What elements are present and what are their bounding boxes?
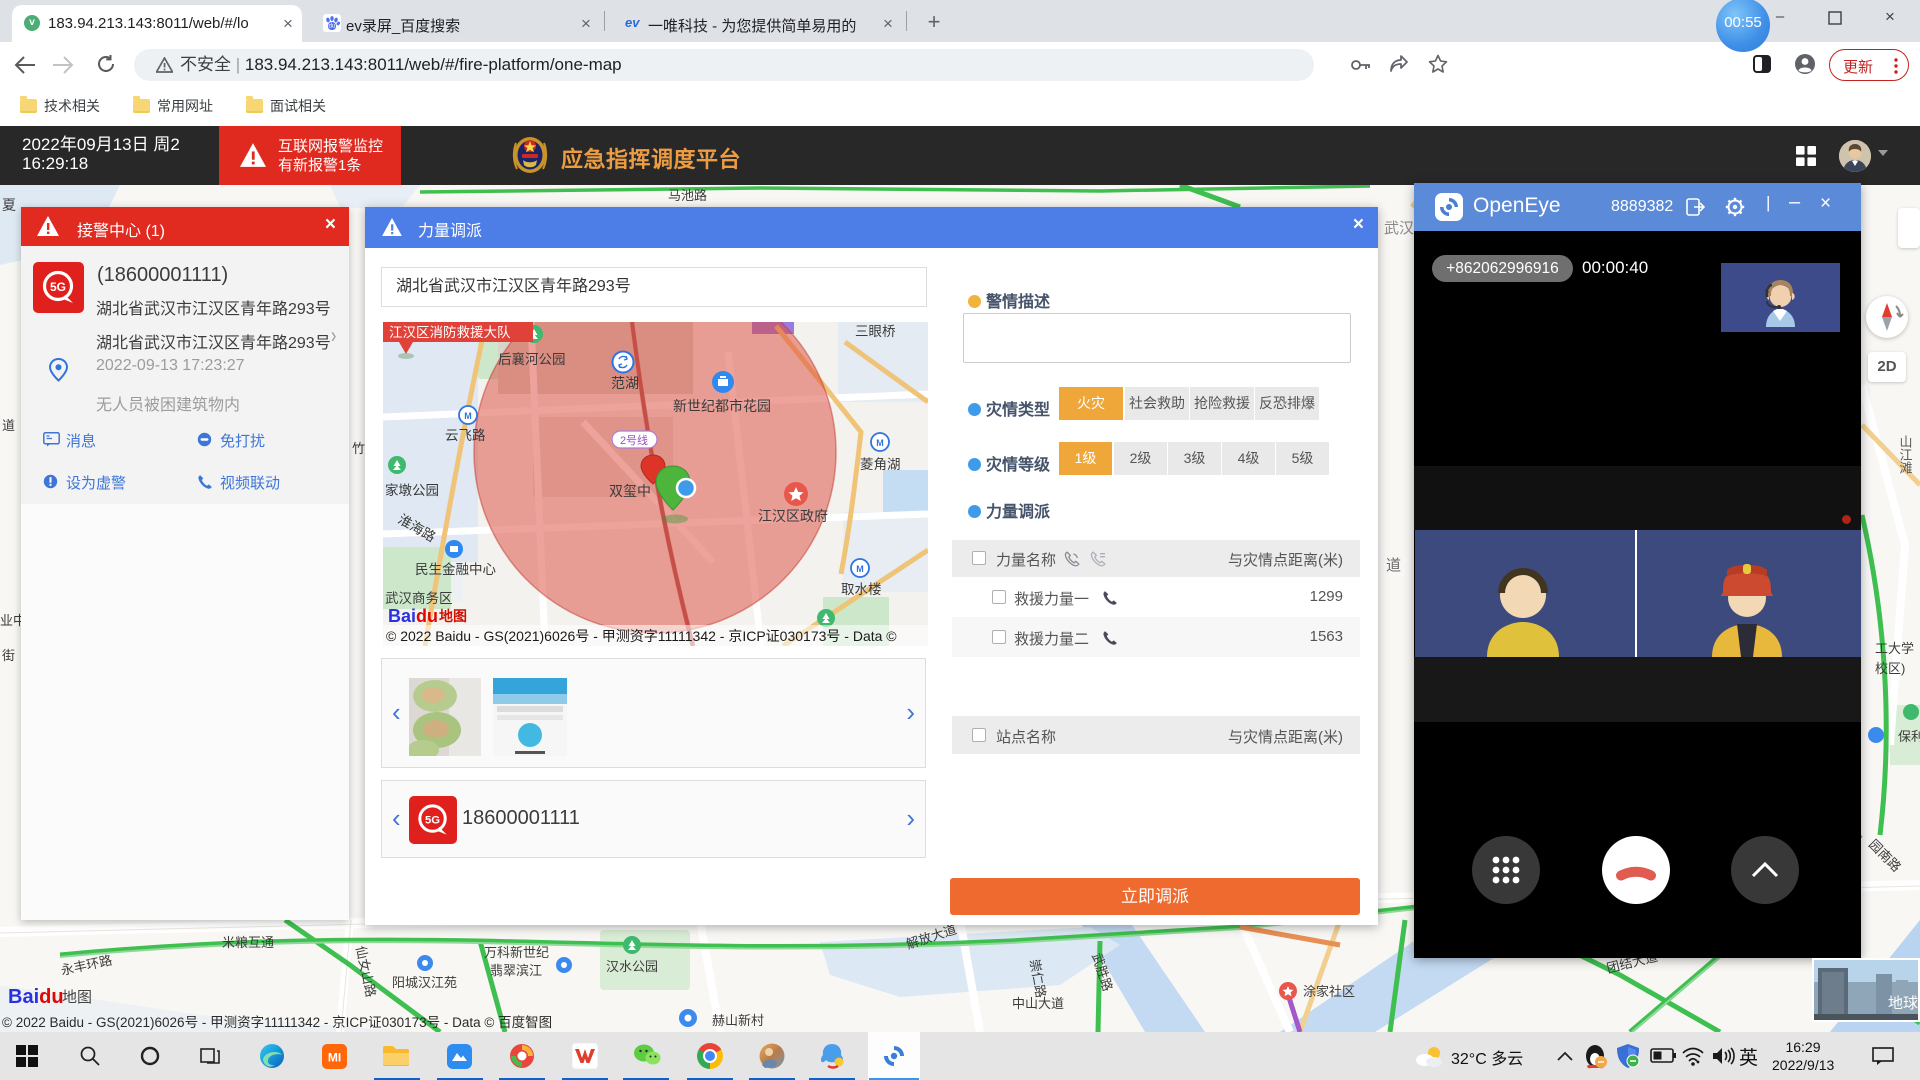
svg-text:M: M xyxy=(464,411,472,421)
svg-text:江汉区政府: 江汉区政府 xyxy=(758,508,828,524)
svg-text:万科新世纪: 万科新世纪 xyxy=(484,945,549,960)
svg-text:汉水公园: 汉水公园 xyxy=(606,959,658,974)
svg-text:云飞路: 云飞路 xyxy=(445,428,486,443)
svg-text:2号线: 2号线 xyxy=(620,433,648,447)
svg-text:5G: 5G xyxy=(425,814,440,826)
svg-text:竹: 竹 xyxy=(352,441,365,456)
svg-text:5G: 5G xyxy=(50,280,66,294)
svg-text:山江滩: 山江滩 xyxy=(1898,435,1913,474)
svg-text:阳城汉江苑: 阳城汉江苑 xyxy=(392,975,457,990)
svg-text:民生金融中心: 民生金融中心 xyxy=(415,562,496,577)
svg-text:范湖: 范湖 xyxy=(611,375,639,391)
svg-text:© 2022 Baidu - GS(2021)6026号 -: © 2022 Baidu - GS(2021)6026号 - 甲测资字11111… xyxy=(386,628,897,644)
svg-text:米粮互通: 米粮互通 xyxy=(222,935,274,950)
svg-text:Baidu: Baidu xyxy=(8,986,64,1008)
svg-text:Baidu: Baidu xyxy=(388,606,438,626)
svg-text:翡翠滨江: 翡翠滨江 xyxy=(490,963,542,978)
svg-text:中山大道: 中山大道 xyxy=(1012,996,1064,1011)
svg-text:取水楼: 取水楼 xyxy=(841,582,882,597)
svg-text:家墩公园: 家墩公园 xyxy=(385,482,439,498)
svg-text:道: 道 xyxy=(2,418,15,433)
svg-text:菱角湖: 菱角湖 xyxy=(860,457,901,472)
svg-text:涂家社区: 涂家社区 xyxy=(1303,984,1355,999)
svg-text:MI: MI xyxy=(328,1051,341,1065)
svg-text:校区): 校区) xyxy=(1875,661,1905,676)
svg-text:双玺中: 双玺中 xyxy=(609,483,651,499)
svg-text:© 2022 Baidu - GS(2021)6026号 -: © 2022 Baidu - GS(2021)6026号 - 甲测资字11111… xyxy=(2,1015,552,1030)
svg-text:马池路: 马池路 xyxy=(668,188,707,203)
svg-text:M: M xyxy=(856,564,864,574)
svg-text:江汉区消防救援大队: 江汉区消防救援大队 xyxy=(389,325,511,340)
svg-text:地图: 地图 xyxy=(62,989,92,1006)
svg-text:夏: 夏 xyxy=(2,197,16,213)
svg-text:地图: 地图 xyxy=(439,608,467,624)
svg-text:武汉: 武汉 xyxy=(1384,220,1414,237)
svg-text:工大学: 工大学 xyxy=(1875,641,1914,656)
svg-text:街: 街 xyxy=(2,648,15,663)
svg-text:地球: 地球 xyxy=(1888,995,1918,1012)
svg-text:三眼桥: 三眼桥 xyxy=(855,324,896,339)
svg-text:du: du xyxy=(329,24,336,30)
svg-text:M: M xyxy=(876,438,884,448)
svg-text:新世纪都市花园: 新世纪都市花园 xyxy=(673,398,771,414)
svg-text:后襄河公园: 后襄河公园 xyxy=(498,352,566,367)
svg-text:道: 道 xyxy=(1386,557,1401,574)
svg-text:保利: 保利 xyxy=(1898,729,1920,744)
svg-text:赫山新村: 赫山新村 xyxy=(712,1013,764,1028)
svg-text:武汉商务区: 武汉商务区 xyxy=(385,591,453,606)
